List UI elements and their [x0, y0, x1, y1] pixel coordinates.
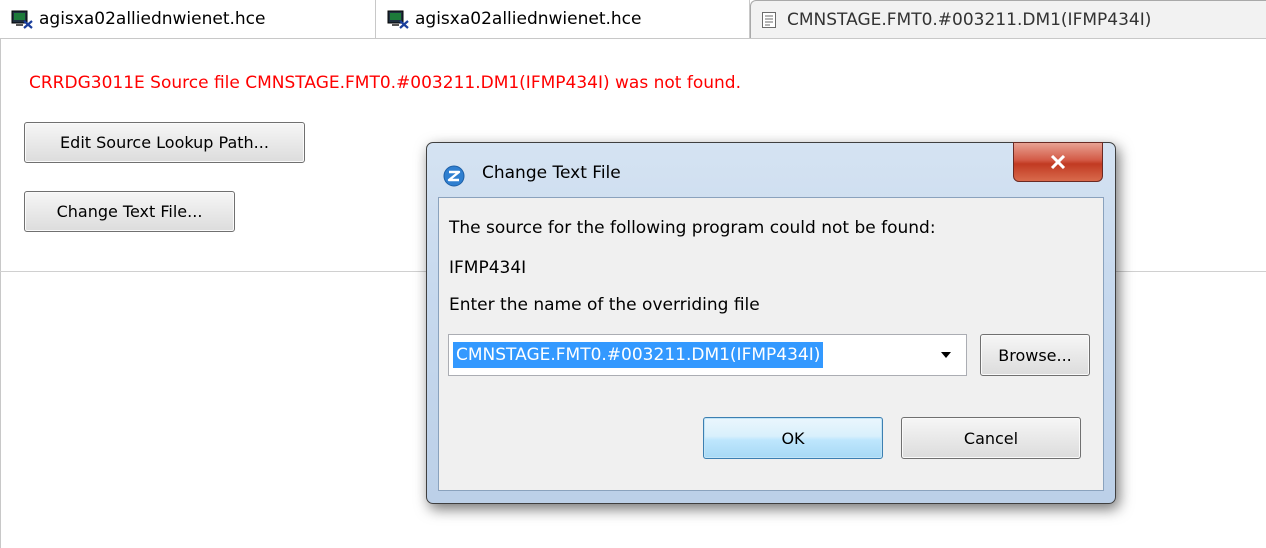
change-text-file-button[interactable]: Change Text File...: [24, 191, 235, 232]
dialog-body: The source for the following program cou…: [438, 197, 1104, 491]
tab-session-1[interactable]: agisxa02alliednwienet.hce: [0, 0, 376, 38]
terminal-session-icon: [11, 10, 33, 29]
ok-button[interactable]: OK: [703, 417, 883, 459]
app-logo-icon: [443, 165, 465, 187]
close-button[interactable]: [1013, 142, 1103, 182]
dialog-title: Change Text File: [482, 163, 621, 183]
dialog-message: The source for the following program cou…: [449, 218, 936, 238]
tab-label: CMNSTAGE.FMT0.#003211.DM1(IFMP434I): [787, 9, 1152, 30]
cancel-button[interactable]: Cancel: [901, 417, 1081, 459]
tab-label: agisxa02alliednwienet.hce: [415, 9, 642, 29]
document-icon: [762, 11, 776, 28]
tab-label: agisxa02alliednwienet.hce: [39, 9, 266, 29]
editor-tab-bar: agisxa02alliednwienet.hce agisxa02allied…: [0, 0, 1266, 39]
source-not-found-error: CRRDG3011E Source file CMNSTAGE.FMT0.#00…: [29, 73, 741, 93]
browse-button[interactable]: Browse...: [980, 334, 1090, 376]
overriding-file-label: Enter the name of the overriding file: [449, 295, 760, 315]
chevron-down-icon[interactable]: [941, 352, 951, 358]
edit-source-lookup-button[interactable]: Edit Source Lookup Path...: [24, 122, 305, 163]
close-icon: [1050, 155, 1066, 169]
program-name: IFMP434I: [449, 258, 527, 278]
tab-session-2[interactable]: agisxa02alliednwienet.hce: [376, 0, 750, 38]
change-text-file-dialog: Change Text File The source for the foll…: [426, 142, 1116, 504]
overriding-file-value[interactable]: CMNSTAGE.FMT0.#003211.DM1(IFMP434I): [453, 342, 824, 368]
overriding-file-combobox[interactable]: CMNSTAGE.FMT0.#003211.DM1(IFMP434I): [448, 334, 967, 376]
tab-source-file[interactable]: CMNSTAGE.FMT0.#003211.DM1(IFMP434I): [750, 0, 1266, 38]
terminal-session-icon: [387, 10, 409, 29]
